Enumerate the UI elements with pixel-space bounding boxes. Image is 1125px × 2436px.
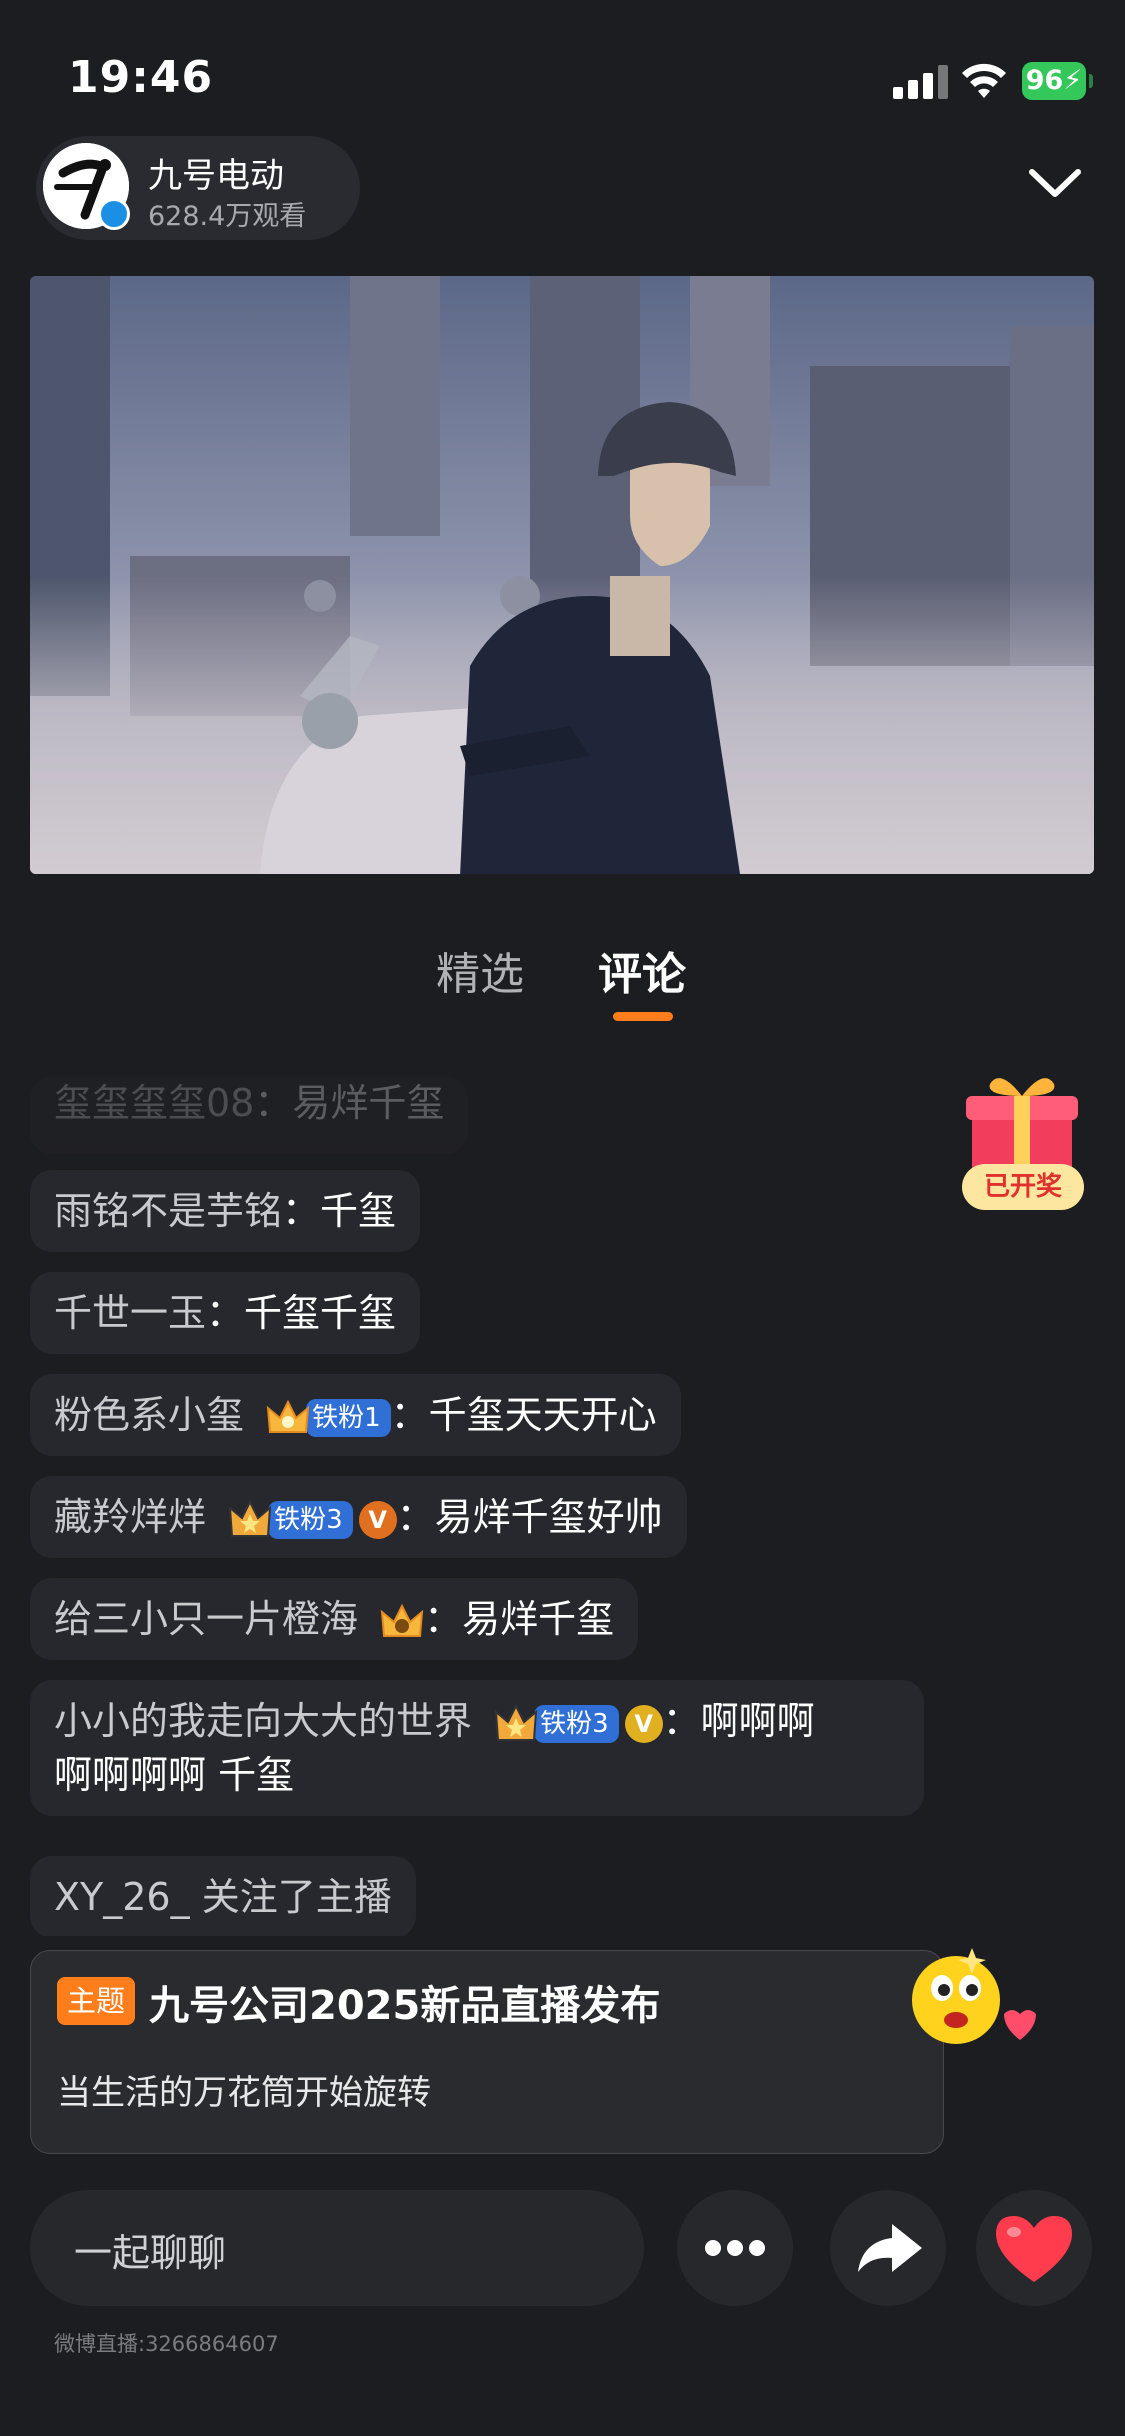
heart-icon xyxy=(996,2216,1072,2282)
comment-text: 千玺天天开心 xyxy=(428,1393,657,1437)
host-name[interactable]: 九号电动 xyxy=(148,148,284,197)
share-button[interactable] xyxy=(830,2190,946,2306)
comment-sep: ： xyxy=(254,1081,293,1125)
video-frame xyxy=(30,276,1094,874)
comment-sep: ： xyxy=(390,1393,429,1437)
tab-comments[interactable]: 评论 xyxy=(598,938,686,1002)
chat-input[interactable]: 一起聊聊 xyxy=(30,2190,644,2306)
comment-text: 啊啊啊 xyxy=(700,1699,815,1743)
gift-status-label[interactable]: 已开奖 xyxy=(962,1164,1084,1210)
live-video-player[interactable] xyxy=(30,276,1094,874)
view-count: 628.4万观看 xyxy=(148,201,307,232)
comment-item: 雨铭不是芋铭：千玺 xyxy=(30,1170,421,1252)
comment-sep: ： xyxy=(396,1495,435,1539)
live-room-id: 微博直播:3266864607 xyxy=(54,2332,279,2356)
fan-level-badge: 铁粉3 xyxy=(268,1500,353,1539)
status-time: 19:46 xyxy=(68,52,214,103)
comment-user[interactable]: 雨铭不是芋铭 xyxy=(54,1189,282,1233)
verified-badge-icon xyxy=(98,198,130,230)
comment-sep: ： xyxy=(424,1597,463,1641)
comment-text: 易烊千玺 xyxy=(292,1081,445,1125)
comment-user[interactable]: 玺玺玺玺08 xyxy=(54,1081,254,1125)
battery-level: 96 xyxy=(1025,65,1064,96)
comment-sep: ： xyxy=(662,1699,701,1743)
comment-item: XY_26_ 关注了主播 xyxy=(30,1856,416,1936)
battery-charging-icon: 96⚡ xyxy=(1022,62,1093,100)
comment-item: 千世一玉：千玺千玺 xyxy=(30,1272,421,1354)
topic-tag: 主题 xyxy=(57,1977,136,2025)
more-icon xyxy=(705,2240,765,2256)
topic-subtitle: 当生活的万花筒开始旋转 xyxy=(57,2073,431,2113)
status-bar: 19:46 96⚡ xyxy=(0,0,1125,150)
comment-user[interactable]: 粉色系小玺 xyxy=(54,1393,244,1437)
comment-user[interactable]: 给三小只一片橙海 xyxy=(54,1597,358,1641)
more-button[interactable] xyxy=(677,2190,793,2306)
comment-sep: ： xyxy=(206,1291,245,1335)
like-button[interactable] xyxy=(976,2190,1092,2306)
comment-item: 粉色系小玺 铁粉1 ：千玺天天开心 xyxy=(30,1374,681,1456)
crown-icon xyxy=(228,1499,272,1537)
signal-icon xyxy=(893,65,949,99)
wifi-icon xyxy=(962,63,1006,98)
crown-icon xyxy=(494,1703,538,1741)
topic-title: 九号公司2025新品直播发布 xyxy=(149,1983,661,2029)
comment-text: 啊啊啊啊 千玺 xyxy=(54,1753,295,1797)
crown-icon xyxy=(266,1399,310,1433)
emoji-mascot-icon[interactable] xyxy=(908,1940,1048,2070)
tab-featured[interactable]: 精选 xyxy=(436,938,524,1002)
comment-item: 藏羚烊烊 铁粉3 V ：易烊千玺好帅 xyxy=(30,1476,687,1558)
fan-level-badge: 铁粉3 xyxy=(534,1704,619,1743)
host-card[interactable]: 九号电动 628.4万观看 xyxy=(36,136,360,240)
vip-v-icon: V xyxy=(358,1500,397,1539)
comment-text: 易烊千玺好帅 xyxy=(434,1495,663,1539)
chevron-down-icon[interactable] xyxy=(1026,162,1084,202)
comment-user[interactable]: 小小的我走向大大的世界 xyxy=(54,1699,472,1743)
fan-level-badge: 铁粉1 xyxy=(306,1398,391,1437)
comment-user[interactable]: 藏羚烊烊 xyxy=(54,1495,206,1539)
comment-sep: ： xyxy=(282,1189,321,1233)
comment-feed[interactable]: 玺玺玺玺08：易烊千玺 雨铭不是芋铭：千玺 千世一玉：千玺千玺 粉色系小玺 铁粉… xyxy=(30,1076,930,1936)
comment-text: 千玺千玺 xyxy=(244,1291,397,1335)
vip-v-icon: V xyxy=(624,1704,663,1743)
topic-card[interactable]: 主题 九号公司2025新品直播发布 当生活的万花筒开始旋转 xyxy=(30,1950,944,2154)
comment-text: 千玺 xyxy=(320,1189,397,1233)
crown-icon xyxy=(380,1603,424,1637)
active-tab-indicator xyxy=(613,1012,673,1021)
comment-text: 关注了主播 xyxy=(201,1875,392,1919)
comment-user[interactable]: XY_26_ xyxy=(54,1875,190,1919)
comment-user[interactable]: 千世一玉 xyxy=(54,1291,206,1335)
comment-text: 易烊千玺 xyxy=(462,1597,615,1641)
comment-item: 玺玺玺玺08：易烊千玺 xyxy=(30,1076,469,1154)
comment-item: 小小的我走向大大的世界 铁粉3 V ：啊啊啊啊啊啊啊 千玺 xyxy=(30,1680,924,1816)
chat-input-placeholder: 一起聊聊 xyxy=(74,2231,227,2275)
comment-item: 给三小只一片橙海 ：易烊千玺 xyxy=(30,1578,639,1660)
share-icon xyxy=(858,2224,922,2272)
